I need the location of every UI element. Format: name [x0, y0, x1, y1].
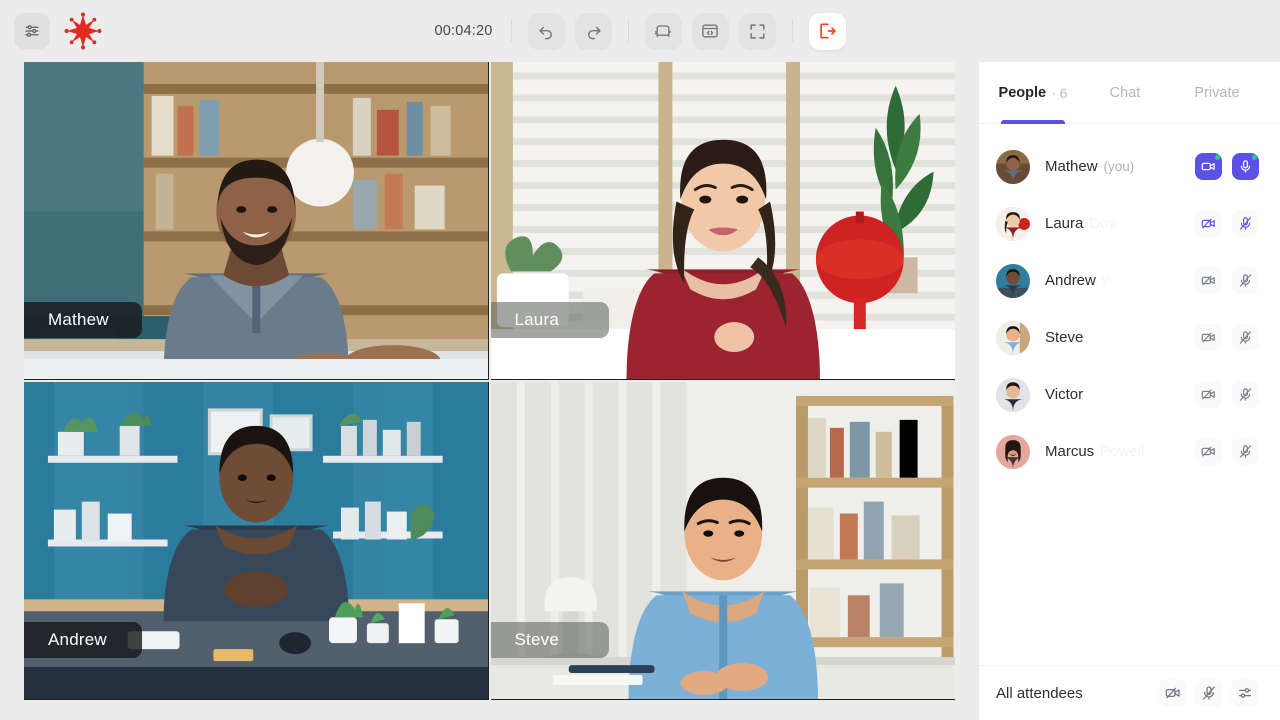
avatar: [996, 149, 1030, 184]
participant-name: Andrew y: [1045, 272, 1195, 289]
participant-first-name: Steve: [1045, 329, 1084, 346]
tile-name-label: Mathew: [24, 302, 142, 338]
tile-name-label: Steve: [490, 622, 609, 658]
people-count: · 6: [1051, 84, 1068, 101]
tab-people[interactable]: People · 6: [987, 62, 1079, 124]
video-grid: Mathew Laura Andrew Steve: [24, 62, 955, 700]
camera-off-icon[interactable]: [1159, 679, 1187, 707]
divider: [510, 20, 512, 42]
video-tile[interactable]: Mathew: [24, 62, 489, 380]
status-dot: [1252, 155, 1257, 160]
code-window-icon[interactable]: [691, 12, 729, 50]
meeting-timer: 00:04:20: [434, 23, 493, 39]
side-panel: People · 6 Chat Private Mathew (you) Lau…: [978, 62, 1280, 720]
camera-toggle[interactable]: [1195, 381, 1222, 408]
tab-chat[interactable]: Chat: [1079, 62, 1171, 123]
mic-toggle[interactable]: [1232, 153, 1259, 180]
fullscreen-icon[interactable]: [738, 12, 776, 50]
participant-controls: [1195, 267, 1259, 294]
mic-toggle[interactable]: [1232, 381, 1259, 408]
participant-name: Marcus Powell: [1045, 443, 1195, 460]
divider: [627, 20, 629, 42]
participant-name: Mathew (you): [1045, 158, 1195, 175]
participant-controls: [1195, 153, 1259, 180]
participant-controls: [1195, 438, 1259, 465]
panel-tabs: People · 6 Chat Private: [979, 62, 1280, 124]
camera-toggle[interactable]: [1195, 153, 1222, 180]
sliders-icon[interactable]: [1231, 679, 1259, 707]
avatar: [996, 206, 1030, 241]
participant-name: Steve: [1045, 329, 1195, 346]
camera-toggle[interactable]: [1195, 267, 1222, 294]
participant-first-name: Laura: [1045, 215, 1084, 232]
tab-people-label: People: [998, 84, 1047, 101]
camera-toggle[interactable]: [1195, 210, 1222, 237]
tab-chat-label: Chat: [1109, 84, 1141, 101]
participant-controls: [1195, 324, 1259, 351]
participant-first-name: Mathew: [1045, 158, 1098, 175]
undo-icon[interactable]: [527, 12, 565, 50]
tab-private[interactable]: Private: [1171, 62, 1263, 123]
tab-private-label: Private: [1194, 84, 1240, 101]
exit-button[interactable]: [808, 12, 846, 50]
avatar: [996, 263, 1030, 298]
video-tile[interactable]: Laura: [490, 62, 955, 380]
view-group: [644, 12, 776, 50]
mic-toggle[interactable]: [1232, 267, 1259, 294]
list-item[interactable]: Mathew (you): [979, 138, 1280, 195]
list-item[interactable]: Steve: [979, 309, 1280, 366]
app-body: Mathew Laura Andrew Steve People · 6 Cha…: [0, 62, 1280, 720]
participant-controls: [1195, 381, 1259, 408]
all-attendees-controls: [1159, 679, 1259, 707]
meeting-app: 00:04:20 Mathew Laura Andrew Steve Peopl…: [0, 0, 1280, 720]
camera-toggle[interactable]: [1195, 324, 1222, 351]
mic-off-icon[interactable]: [1195, 679, 1223, 707]
tile-name-label: Laura: [490, 302, 609, 338]
status-dot: [1215, 155, 1220, 160]
video-stage: Mathew Laura Andrew Steve: [0, 62, 978, 720]
participants-list: Mathew (you) Laura Doy Andrew y Steve Vi…: [979, 124, 1280, 665]
toolbar-center-group: 00:04:20: [0, 12, 1280, 50]
camera-toggle[interactable]: [1195, 438, 1222, 465]
participant-first-name: Andrew: [1045, 272, 1096, 289]
list-item[interactable]: Marcus Powell: [979, 423, 1280, 480]
top-toolbar: 00:04:20: [0, 0, 1280, 62]
mic-toggle[interactable]: [1232, 210, 1259, 237]
sliders-icon[interactable]: [14, 13, 50, 49]
brand-logo-icon: [64, 12, 102, 50]
mic-toggle[interactable]: [1232, 324, 1259, 351]
avatar: [996, 434, 1030, 469]
avatar: [996, 320, 1030, 355]
avatar: [996, 377, 1030, 412]
participant-you-tag: (you): [1103, 159, 1135, 174]
all-attendees-bar: All attendees: [979, 665, 1280, 720]
mic-toggle[interactable]: [1232, 438, 1259, 465]
participant-last-name: y: [1101, 272, 1110, 289]
list-item[interactable]: Andrew y: [979, 252, 1280, 309]
participant-first-name: Marcus: [1045, 443, 1095, 460]
history-group: [527, 12, 612, 50]
sofa-icon[interactable]: [644, 12, 682, 50]
tile-name-label: Andrew: [24, 622, 142, 658]
participant-last-name: Doy: [1089, 215, 1117, 232]
list-item[interactable]: Laura Doy: [979, 195, 1280, 252]
toolbar-left-group: [14, 10, 104, 52]
participant-first-name: Victor: [1045, 386, 1084, 403]
participant-controls: [1195, 210, 1259, 237]
divider: [791, 20, 793, 42]
participant-name: Victor: [1045, 386, 1195, 403]
list-item[interactable]: Victor: [979, 366, 1280, 423]
redo-icon[interactable]: [574, 12, 612, 50]
video-tile[interactable]: Steve: [490, 382, 955, 700]
participant-last-name: Powell: [1100, 443, 1145, 460]
participant-name: Laura Doy: [1045, 215, 1195, 232]
video-tile[interactable]: Andrew: [24, 382, 489, 700]
all-attendees-label: All attendees: [996, 684, 1083, 702]
